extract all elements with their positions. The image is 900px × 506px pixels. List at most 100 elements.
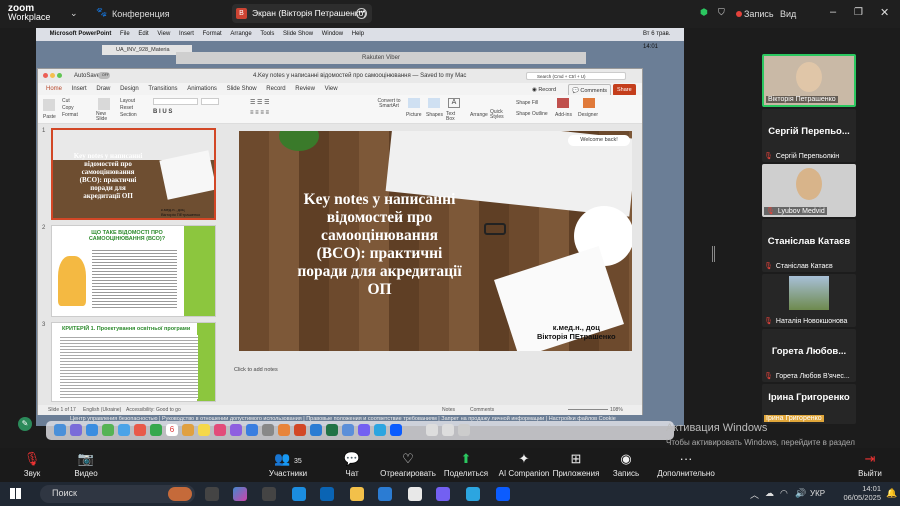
thumbnail-slide-3[interactable]: КРИТЕРІЙ 1. Проектування освітньої прогр… bbox=[51, 322, 216, 402]
word-icon[interactable] bbox=[378, 487, 392, 501]
trash-icon[interactable] bbox=[458, 424, 470, 436]
view-menu[interactable]: Вид bbox=[780, 9, 796, 19]
welcome-toast[interactable]: Welcome back! bbox=[568, 135, 630, 146]
menu-tools[interactable]: Tools bbox=[260, 28, 274, 41]
notification-bell-icon[interactable]: 🔔 bbox=[886, 488, 897, 499]
powerpoint-icon[interactable] bbox=[294, 424, 306, 436]
annotate-icon[interactable]: ✎ bbox=[18, 417, 32, 431]
minimize-icon[interactable]: – bbox=[830, 6, 836, 18]
shape-fill-button[interactable]: Shape Fill bbox=[516, 100, 538, 106]
menu-view[interactable]: View bbox=[157, 28, 170, 41]
thumbnail-slide-1[interactable]: Key notes у написанні відомостей про сам… bbox=[51, 128, 216, 220]
resize-handle[interactable] bbox=[712, 246, 715, 262]
record-button[interactable]: ◉ Запись bbox=[596, 451, 656, 478]
designer-button[interactable]: Designer bbox=[578, 112, 598, 118]
onedrive-icon[interactable]: ☁ bbox=[765, 488, 774, 499]
windows-start-icon[interactable] bbox=[10, 488, 21, 499]
accessibility-status[interactable]: Accessibility: Good to go bbox=[126, 407, 181, 413]
format-painter-button[interactable]: Format bbox=[62, 112, 78, 118]
bullets-button[interactable]: ☰ ☰ ☰ bbox=[250, 99, 269, 106]
more-button[interactable]: ··· Дополнительно bbox=[650, 451, 722, 478]
new-slide-button[interactable]: New Slide bbox=[96, 112, 116, 122]
menu-file[interactable]: File bbox=[120, 28, 130, 41]
tab-animations[interactable]: Animations bbox=[187, 83, 217, 95]
language-indicator[interactable]: УКР bbox=[810, 489, 825, 498]
menu-edit[interactable]: Edit bbox=[138, 28, 148, 41]
contacts-icon[interactable] bbox=[182, 424, 194, 436]
wifi-icon[interactable]: ◠ bbox=[780, 488, 788, 499]
notes-icon[interactable] bbox=[198, 424, 210, 436]
picture-button[interactable]: Picture bbox=[406, 112, 422, 118]
convert-smartart-button[interactable]: Convert to SmartArt bbox=[374, 99, 404, 109]
menu-slideshow[interactable]: Slide Show bbox=[283, 28, 313, 41]
zoom-icon[interactable] bbox=[390, 424, 402, 436]
menu-window[interactable]: Window bbox=[322, 28, 343, 41]
current-slide[interactable]: Key notes у написанні відомостей про сам… bbox=[239, 131, 632, 351]
addins-button[interactable]: Add-ins bbox=[555, 112, 572, 118]
window-minimize-icon[interactable] bbox=[50, 73, 55, 78]
textbox-icon[interactable]: A bbox=[448, 98, 460, 108]
picture-icon[interactable] bbox=[408, 98, 420, 108]
participants-button[interactable]: 👥 35 Участники bbox=[258, 451, 318, 478]
tab-record[interactable]: Record bbox=[266, 83, 285, 95]
chrome-icon[interactable] bbox=[342, 424, 354, 436]
more-options-icon[interactable]: ••• bbox=[356, 8, 367, 19]
participant-tile[interactable]: Станіслав Катаєв 🎙 Станіслав Катаєв bbox=[762, 219, 856, 272]
explorer-icon[interactable] bbox=[350, 487, 364, 501]
shape-outline-button[interactable]: Shape Outline bbox=[516, 111, 548, 117]
word-icon[interactable] bbox=[310, 424, 322, 436]
telegram-icon[interactable] bbox=[466, 487, 480, 501]
share-screen-button[interactable]: ⬆ Поделиться bbox=[436, 451, 496, 478]
chat-button[interactable]: 💬 Чат bbox=[322, 451, 382, 478]
restore-icon[interactable]: ❐ bbox=[854, 7, 863, 18]
close-icon[interactable]: ✕ bbox=[880, 6, 889, 19]
participant-tile[interactable]: Ірина Григоренко Ірина Григоренко bbox=[762, 384, 856, 424]
textbox-button[interactable]: Text Box bbox=[446, 112, 462, 122]
tab-view[interactable]: View bbox=[325, 83, 338, 95]
addins-icon[interactable] bbox=[557, 98, 569, 108]
conference-label[interactable]: Конференция bbox=[112, 9, 170, 19]
menu-insert[interactable]: Insert bbox=[179, 28, 194, 41]
podcasts-icon[interactable] bbox=[230, 424, 242, 436]
paste-icon[interactable] bbox=[43, 99, 55, 111]
search-input[interactable]: Search (Cmd + Ctrl + U) bbox=[526, 72, 626, 80]
excel-icon[interactable] bbox=[326, 424, 338, 436]
edge-icon[interactable] bbox=[292, 487, 306, 501]
app-menu[interactable]: Microsoft PowerPoint bbox=[50, 28, 112, 41]
record-status[interactable]: Запись bbox=[744, 9, 774, 19]
document-icon[interactable] bbox=[426, 424, 438, 436]
autosave-toggle[interactable]: OFF bbox=[98, 72, 110, 79]
messages-icon[interactable] bbox=[102, 424, 114, 436]
participant-tile[interactable]: Горета Любов... 🎙 Горета Любов В'ячес... bbox=[762, 329, 856, 382]
tab-review[interactable]: Review bbox=[295, 83, 315, 95]
telegram-icon[interactable] bbox=[374, 424, 386, 436]
participant-tile[interactable]: Сергій Перепьо... 🎙 Сергій Перепьолкін bbox=[762, 109, 856, 162]
cut-button[interactable]: Cut bbox=[62, 98, 70, 104]
facetime-icon[interactable] bbox=[150, 424, 162, 436]
language-indicator[interactable]: English (Ukraine) bbox=[83, 407, 121, 413]
arrange-button[interactable]: Arrange bbox=[470, 112, 488, 118]
zoom-icon[interactable] bbox=[496, 487, 510, 501]
leave-button[interactable]: ⇥ Выйти bbox=[842, 451, 898, 478]
reset-button[interactable]: Reset bbox=[120, 105, 133, 111]
viber-icon[interactable] bbox=[436, 487, 450, 501]
participant-tile[interactable]: Вікторія Петрашенко bbox=[762, 54, 856, 107]
notes-toggle[interactable]: Notes bbox=[442, 407, 455, 413]
shapes-icon[interactable] bbox=[428, 98, 440, 108]
comments-toggle[interactable]: Comments bbox=[470, 407, 494, 413]
ai-companion-button[interactable]: ✦ AI Companion bbox=[494, 451, 554, 478]
menu-arrange[interactable]: Arrange bbox=[230, 28, 251, 41]
video-button[interactable]: 📷 Видео bbox=[56, 451, 116, 478]
copilot-icon[interactable] bbox=[233, 487, 247, 501]
tray-chevron-icon[interactable]: ︿ bbox=[750, 488, 759, 501]
taskbar-search[interactable]: Поиск bbox=[40, 485, 195, 503]
calendar-icon[interactable]: 6 bbox=[166, 424, 178, 436]
tab-transitions[interactable]: Transitions bbox=[148, 83, 177, 95]
window-close-icon[interactable] bbox=[43, 73, 48, 78]
shapes-button[interactable]: Shapes bbox=[426, 112, 443, 118]
font-size-select[interactable] bbox=[201, 98, 219, 105]
window-zoom-icon[interactable] bbox=[57, 73, 62, 78]
safari-icon[interactable] bbox=[86, 424, 98, 436]
volume-icon[interactable]: 🔊 bbox=[795, 488, 806, 499]
copy-button[interactable]: Copy bbox=[62, 105, 74, 111]
